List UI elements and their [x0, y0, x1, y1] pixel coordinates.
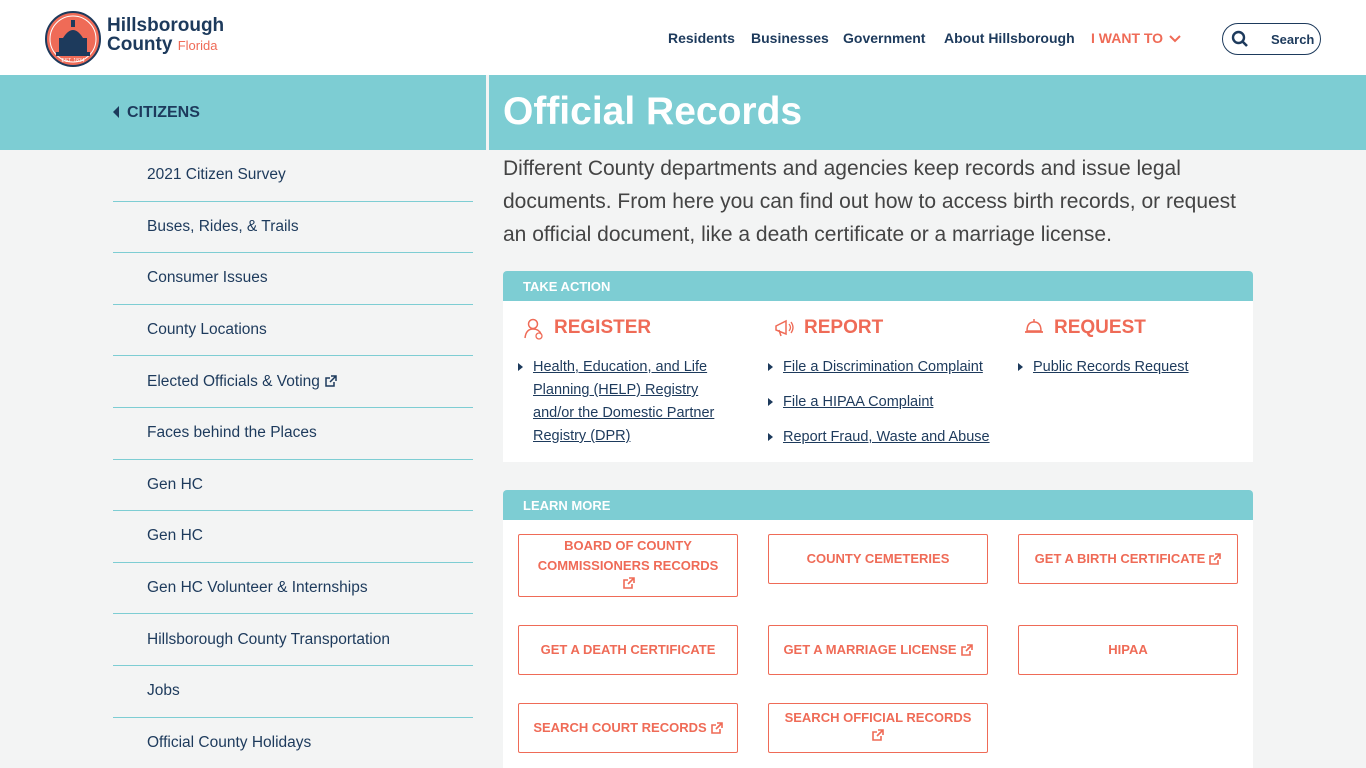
- svg-text:EST. 1834: EST. 1834: [61, 58, 84, 64]
- sidebar-nav: 2021 Citizen Survey Buses, Rides, & Trai…: [113, 150, 473, 768]
- logo-line2: County: [107, 34, 173, 55]
- button-label: SEARCH COURT RECORDS: [533, 720, 707, 735]
- list-item: File a HIPAA Complaint: [768, 391, 993, 414]
- sidebar-header-bar: [0, 75, 486, 150]
- sidebar-item-label: Gen HC: [147, 527, 203, 545]
- nav-businesses[interactable]: Businesses: [751, 30, 829, 46]
- external-link-icon: [710, 721, 723, 734]
- logo-state: Florida: [177, 38, 218, 53]
- external-link-icon: [872, 729, 885, 741]
- sidebar-item-faces[interactable]: Faces behind the Places: [113, 408, 473, 460]
- sidebar-item-holidays[interactable]: Official County Holidays: [113, 718, 473, 768]
- site-header: EST. 1834 Hillsborough County Florida Re…: [0, 0, 1366, 75]
- caret-left-icon: [113, 106, 119, 118]
- list-item: Health, Education, and Life Planning (HE…: [518, 356, 743, 448]
- county-cemeteries-button[interactable]: COUNTY CEMETERIES: [768, 534, 988, 584]
- sidebar-item-elected-officials[interactable]: Elected Officials & Voting: [113, 356, 473, 408]
- report-heading: REPORT: [804, 317, 884, 338]
- back-to-citizens-link[interactable]: CITIZENS: [113, 104, 200, 122]
- request-heading: REQUEST: [1054, 317, 1146, 338]
- back-link-label: CITIZENS: [127, 104, 200, 121]
- list-item: File a Discrimination Complaint: [768, 356, 993, 379]
- sidebar-item-label: County Locations: [147, 321, 267, 339]
- hipaa-complaint-link[interactable]: File a HIPAA Complaint: [783, 394, 933, 410]
- sidebar-item-label: Elected Officials & Voting: [147, 372, 320, 390]
- site-logo-text[interactable]: Hillsborough County Florida: [107, 16, 224, 55]
- discrimination-complaint-link[interactable]: File a Discrimination Complaint: [783, 359, 983, 375]
- megaphone-icon: [775, 319, 794, 337]
- sidebar-item-transportation[interactable]: Hillsborough County Transportation: [113, 614, 473, 666]
- sidebar-item-label: Buses, Rides, & Trails: [147, 217, 299, 235]
- button-label: GET A BIRTH CERTIFICATE: [1034, 551, 1206, 566]
- page-title: Official Records: [503, 90, 803, 133]
- nav-i-want-to-label: I WANT TO: [1091, 30, 1164, 46]
- sidebar-item-gen-hc-volunteer[interactable]: Gen HC Volunteer & Internships: [113, 563, 473, 615]
- report-fraud-link[interactable]: Report Fraud, Waste and Abuse: [783, 429, 990, 445]
- sidebar-item-label: Official County Holidays: [147, 734, 312, 752]
- sidebar-item-jobs[interactable]: Jobs: [113, 666, 473, 718]
- external-link-icon: [960, 643, 973, 656]
- sidebar-item-buses[interactable]: Buses, Rides, & Trails: [113, 202, 473, 254]
- sidebar-item-label: 2021 Citizen Survey: [147, 166, 286, 184]
- sidebar-item-label: Gen HC: [147, 475, 203, 493]
- chevron-down-icon: [1169, 35, 1181, 43]
- sidebar-item-label: Faces behind the Places: [147, 424, 317, 442]
- nav-about[interactable]: About Hillsborough: [944, 30, 1075, 46]
- register-heading: REGISTER: [554, 317, 652, 338]
- sidebar-item-consumer-issues[interactable]: Consumer Issues: [113, 253, 473, 305]
- sidebar-item-label: Consumer Issues: [147, 269, 268, 287]
- sidebar-item-label: Hillsborough County Transportation: [147, 630, 390, 648]
- button-label: BOARD OF COUNTY COMMISSIONERS RECORDS: [537, 537, 719, 573]
- external-link-icon: [622, 576, 635, 589]
- get-death-certificate-button[interactable]: GET A DEATH CERTIFICATE: [518, 625, 738, 675]
- search-label: Search: [1271, 32, 1315, 47]
- list-item: Public Records Request: [1018, 356, 1243, 379]
- search-button[interactable]: Search: [1222, 23, 1321, 55]
- report-links: File a Discrimination Complaint File a H…: [768, 356, 993, 461]
- service-bell-icon: [1025, 319, 1043, 333]
- button-label: GET A MARRIAGE LICENSE: [783, 642, 957, 657]
- sidebar-item-gen-hc-2[interactable]: Gen HC: [113, 511, 473, 563]
- sidebar-item-county-locations[interactable]: County Locations: [113, 305, 473, 357]
- external-link-icon: [325, 375, 337, 387]
- sidebar-item-label: Gen HC Volunteer & Internships: [147, 579, 368, 597]
- button-label: SEARCH OFFICIAL RECORDS: [784, 710, 972, 725]
- request-links: Public Records Request: [1018, 356, 1243, 391]
- external-link-icon: [1209, 552, 1222, 565]
- nav-residents[interactable]: Residents: [668, 30, 735, 46]
- sidebar-item-citizen-survey[interactable]: 2021 Citizen Survey: [113, 150, 473, 202]
- hipaa-button[interactable]: HIPAA: [1018, 625, 1238, 675]
- get-marriage-license-button[interactable]: GET A MARRIAGE LICENSE: [768, 625, 988, 675]
- nav-i-want-to[interactable]: I WANT TO: [1091, 30, 1181, 46]
- take-action-heading: TAKE ACTION: [503, 271, 1253, 301]
- logo-line1: Hillsborough: [107, 15, 225, 36]
- register-links: Health, Education, and Life Planning (HE…: [518, 356, 743, 460]
- public-records-request-link[interactable]: Public Records Request: [1033, 359, 1189, 375]
- sidebar-item-label: Jobs: [147, 682, 180, 700]
- button-label: HIPAA: [1108, 642, 1148, 657]
- sidebar-item-gen-hc[interactable]: Gen HC: [113, 460, 473, 512]
- button-label: GET A DEATH CERTIFICATE: [540, 642, 716, 657]
- list-item: Report Fraud, Waste and Abuse: [768, 426, 993, 449]
- button-label: COUNTY CEMETERIES: [806, 551, 950, 566]
- get-birth-certificate-button[interactable]: GET A BIRTH CERTIFICATE: [1018, 534, 1238, 584]
- person-icon: [524, 318, 543, 340]
- nav-government[interactable]: Government: [843, 30, 925, 46]
- county-seal-logo[interactable]: EST. 1834: [44, 10, 102, 68]
- learn-more-heading: LEARN MORE: [503, 490, 1253, 520]
- search-icon: [1231, 30, 1248, 47]
- intro-paragraph: Different County departments and agencie…: [503, 157, 1237, 246]
- search-court-records-button[interactable]: SEARCH COURT RECORDS: [518, 703, 738, 753]
- help-registry-link[interactable]: Health, Education, and Life Planning (HE…: [533, 359, 714, 444]
- search-official-records-button[interactable]: SEARCH OFFICIAL RECORDS: [768, 703, 988, 753]
- board-of-county-commissioners-records-button[interactable]: BOARD OF COUNTY COMMISSIONERS RECORDS: [518, 534, 738, 597]
